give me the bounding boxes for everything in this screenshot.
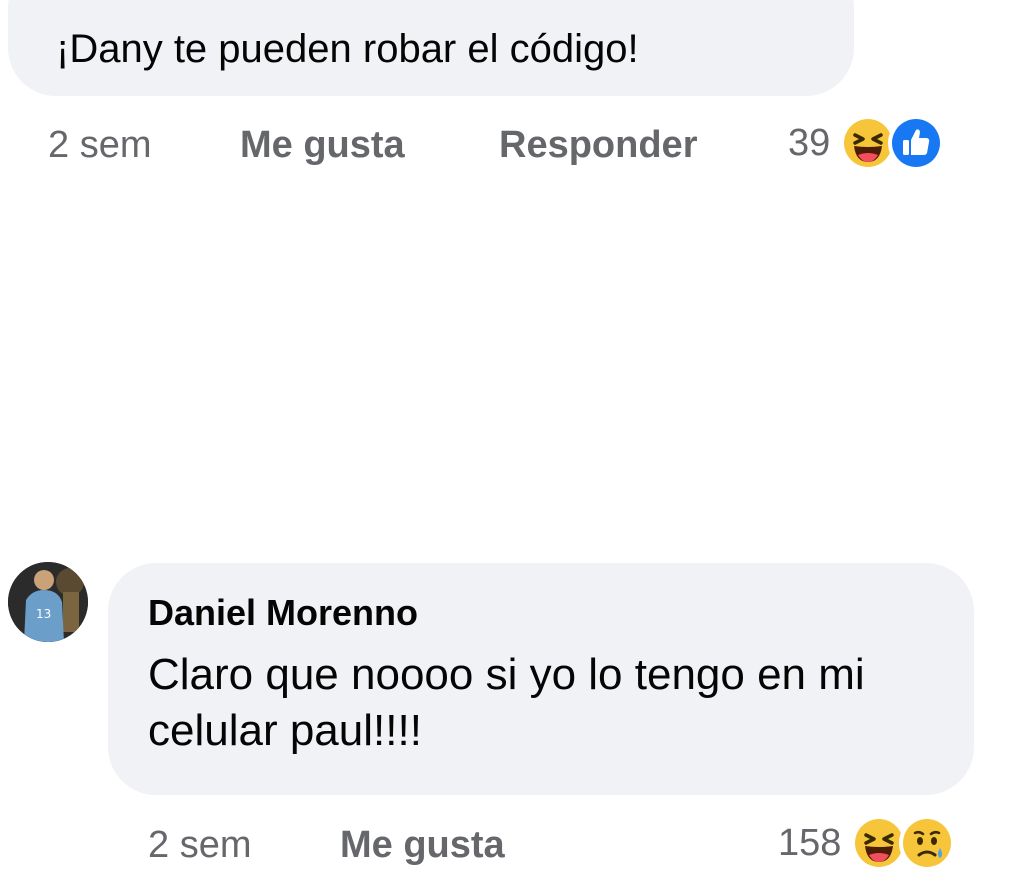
like-button[interactable]: Me gusta xyxy=(340,820,505,870)
sad-emoji-icon xyxy=(899,815,956,871)
comment-time: 2 sem xyxy=(148,824,252,866)
reply-button[interactable]: Responder xyxy=(499,120,697,170)
comment-bubble-top: ¡Dany te pueden robar el código! xyxy=(8,0,854,96)
comment-actions-top: 2 sem Me gusta Responder xyxy=(48,120,748,170)
reaction-summary-reply[interactable]: 158 xyxy=(778,813,956,873)
reaction-count: 158 xyxy=(778,822,842,864)
reaction-summary-top[interactable]: 39 xyxy=(788,113,945,173)
comment-bubble-reply: Daniel Morenno Claro que noooo si yo lo … xyxy=(108,563,974,795)
avatar[interactable]: 13 xyxy=(8,562,88,642)
comment-author[interactable]: Daniel Morenno xyxy=(148,591,418,635)
like-thumb-icon xyxy=(888,115,945,171)
like-button[interactable]: Me gusta xyxy=(240,120,405,170)
comment-text: ¡Dany te pueden robar el código! xyxy=(56,27,639,71)
svg-text:13: 13 xyxy=(36,607,51,621)
comment-time: 2 sem xyxy=(48,124,152,166)
comment-text: Claro que noooo si yo lo tengo en mi cel… xyxy=(148,650,865,755)
reaction-count: 39 xyxy=(788,122,831,164)
comment-actions-reply: 2 sem Me gusta xyxy=(148,820,648,870)
